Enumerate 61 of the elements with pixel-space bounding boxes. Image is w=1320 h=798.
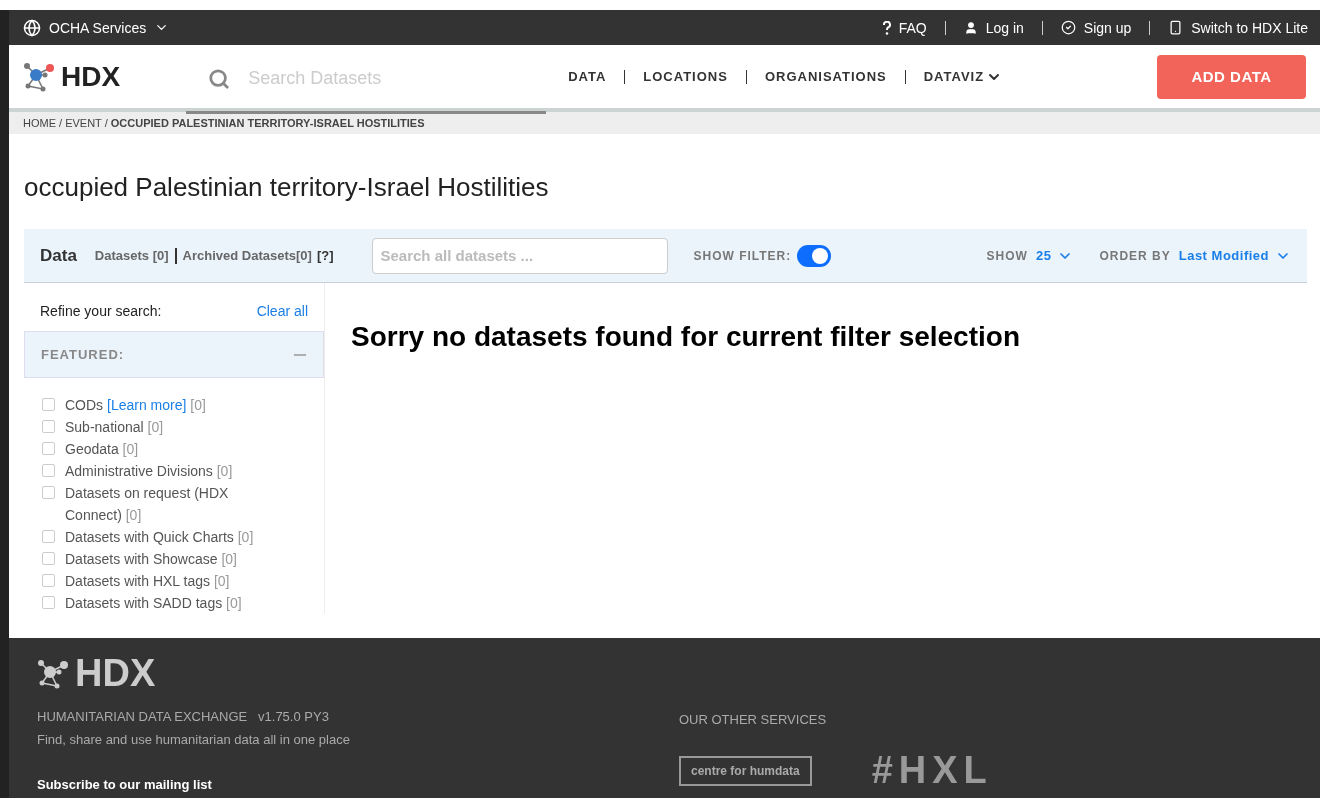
tagline: Find, share and use humanitarian data all in one place bbox=[37, 732, 351, 747]
checkbox[interactable] bbox=[42, 552, 55, 565]
breadcrumb[interactable]: HOME / EVENT / OCCUPIED PALESTINIAN TERRITORY-ISRAEL HOSTILITIES bbox=[23, 117, 425, 129]
filter-label[interactable]: Datasets on request (HDX Connect) [0] bbox=[65, 482, 286, 526]
checkbox[interactable] bbox=[42, 574, 55, 587]
top-link[interactable]: FAQ bbox=[882, 19, 927, 36]
filter-label[interactable]: Sub-national [0] bbox=[65, 416, 164, 438]
question-icon bbox=[882, 20, 891, 35]
filter-toggle[interactable] bbox=[797, 244, 832, 267]
show-label: SHOW bbox=[986, 248, 1028, 263]
archived-tab[interactable]: Archived Datasets[0] bbox=[182, 248, 312, 263]
subscribe-heading: Subscribe to our mailing list bbox=[37, 777, 213, 792]
empty-message: Sorry no datasets found for current filter selection bbox=[351, 321, 1020, 354]
search-icon bbox=[208, 67, 231, 90]
filter-label[interactable]: Datasets with Showcase [0] bbox=[65, 548, 237, 570]
top-link[interactable]: Sign up bbox=[1060, 19, 1132, 36]
section-title: FEATURED: bbox=[41, 347, 125, 362]
checkbox[interactable] bbox=[42, 442, 55, 455]
checkbox[interactable] bbox=[42, 530, 55, 543]
order-select[interactable]: Last Modified bbox=[1178, 247, 1291, 264]
data-label: Data bbox=[40, 245, 77, 266]
centre-logo[interactable]: centre for humdata bbox=[679, 755, 812, 786]
hxl-logo[interactable]: #HXL bbox=[871, 749, 993, 792]
checkbox[interactable] bbox=[42, 596, 55, 609]
checkbox[interactable] bbox=[42, 398, 55, 411]
network-logo-icon bbox=[23, 61, 57, 92]
footer-logo[interactable]: HDX bbox=[37, 652, 679, 695]
dataset-search-field[interactable]: Search all datasets ... bbox=[371, 237, 668, 274]
filter-label[interactable]: Datasets with Quick Charts [0] bbox=[65, 526, 254, 548]
help-link[interactable]: [?] bbox=[316, 248, 334, 263]
checkbox[interactable] bbox=[42, 464, 55, 477]
show-filter-label: SHOW FILTER: bbox=[693, 248, 792, 263]
nav-link[interactable]: LOCATIONS bbox=[643, 69, 728, 84]
services-heading: OUR OTHER SERVICES bbox=[679, 712, 828, 727]
top-link[interactable]: Switch to HDX Lite bbox=[1168, 19, 1308, 36]
check-circle-icon bbox=[1060, 20, 1076, 35]
datasets-tab[interactable]: Datasets [0] bbox=[94, 248, 169, 263]
hdx-logo[interactable]: HDX bbox=[23, 60, 121, 93]
filter-label[interactable]: Administrative Divisions [0] bbox=[65, 460, 233, 482]
refine-label: Refine your search: bbox=[40, 303, 162, 319]
page-title: occupied Palestinian territory-Israel Hostilities bbox=[24, 172, 550, 203]
clear-all-link[interactable]: Clear all bbox=[256, 303, 308, 319]
learn-more-link[interactable]: [Learn more] bbox=[107, 397, 187, 413]
site-name: HUMANITARIAN DATA EXCHANGE v1.75.0 PY3 bbox=[37, 709, 330, 724]
filter-label[interactable]: Datasets with SADD tags [0] bbox=[65, 592, 242, 614]
phone-icon bbox=[1168, 20, 1184, 35]
nav-link[interactable]: ORGANISATIONS bbox=[764, 69, 887, 84]
show-select[interactable]: 25 bbox=[1035, 247, 1074, 264]
network-logo-icon bbox=[37, 658, 71, 689]
filter-label[interactable]: CODs [Learn more] [0] bbox=[65, 394, 206, 416]
order-label: ORDER BY bbox=[1099, 248, 1171, 263]
checkbox[interactable] bbox=[42, 420, 55, 433]
user-icon bbox=[963, 20, 978, 35]
checkbox[interactable] bbox=[42, 486, 55, 499]
nav-link[interactable]: DATA bbox=[568, 69, 607, 84]
filter-label[interactable]: Datasets with HXL tags [0] bbox=[65, 570, 230, 592]
nav-link[interactable]: DATAVIZ bbox=[923, 68, 1003, 85]
globe-icon bbox=[23, 18, 41, 37]
filter-label[interactable]: Geodata [0] bbox=[65, 438, 139, 460]
services-menu[interactable]: OCHA Services bbox=[23, 18, 170, 37]
top-link[interactable]: Log in bbox=[963, 19, 1024, 36]
